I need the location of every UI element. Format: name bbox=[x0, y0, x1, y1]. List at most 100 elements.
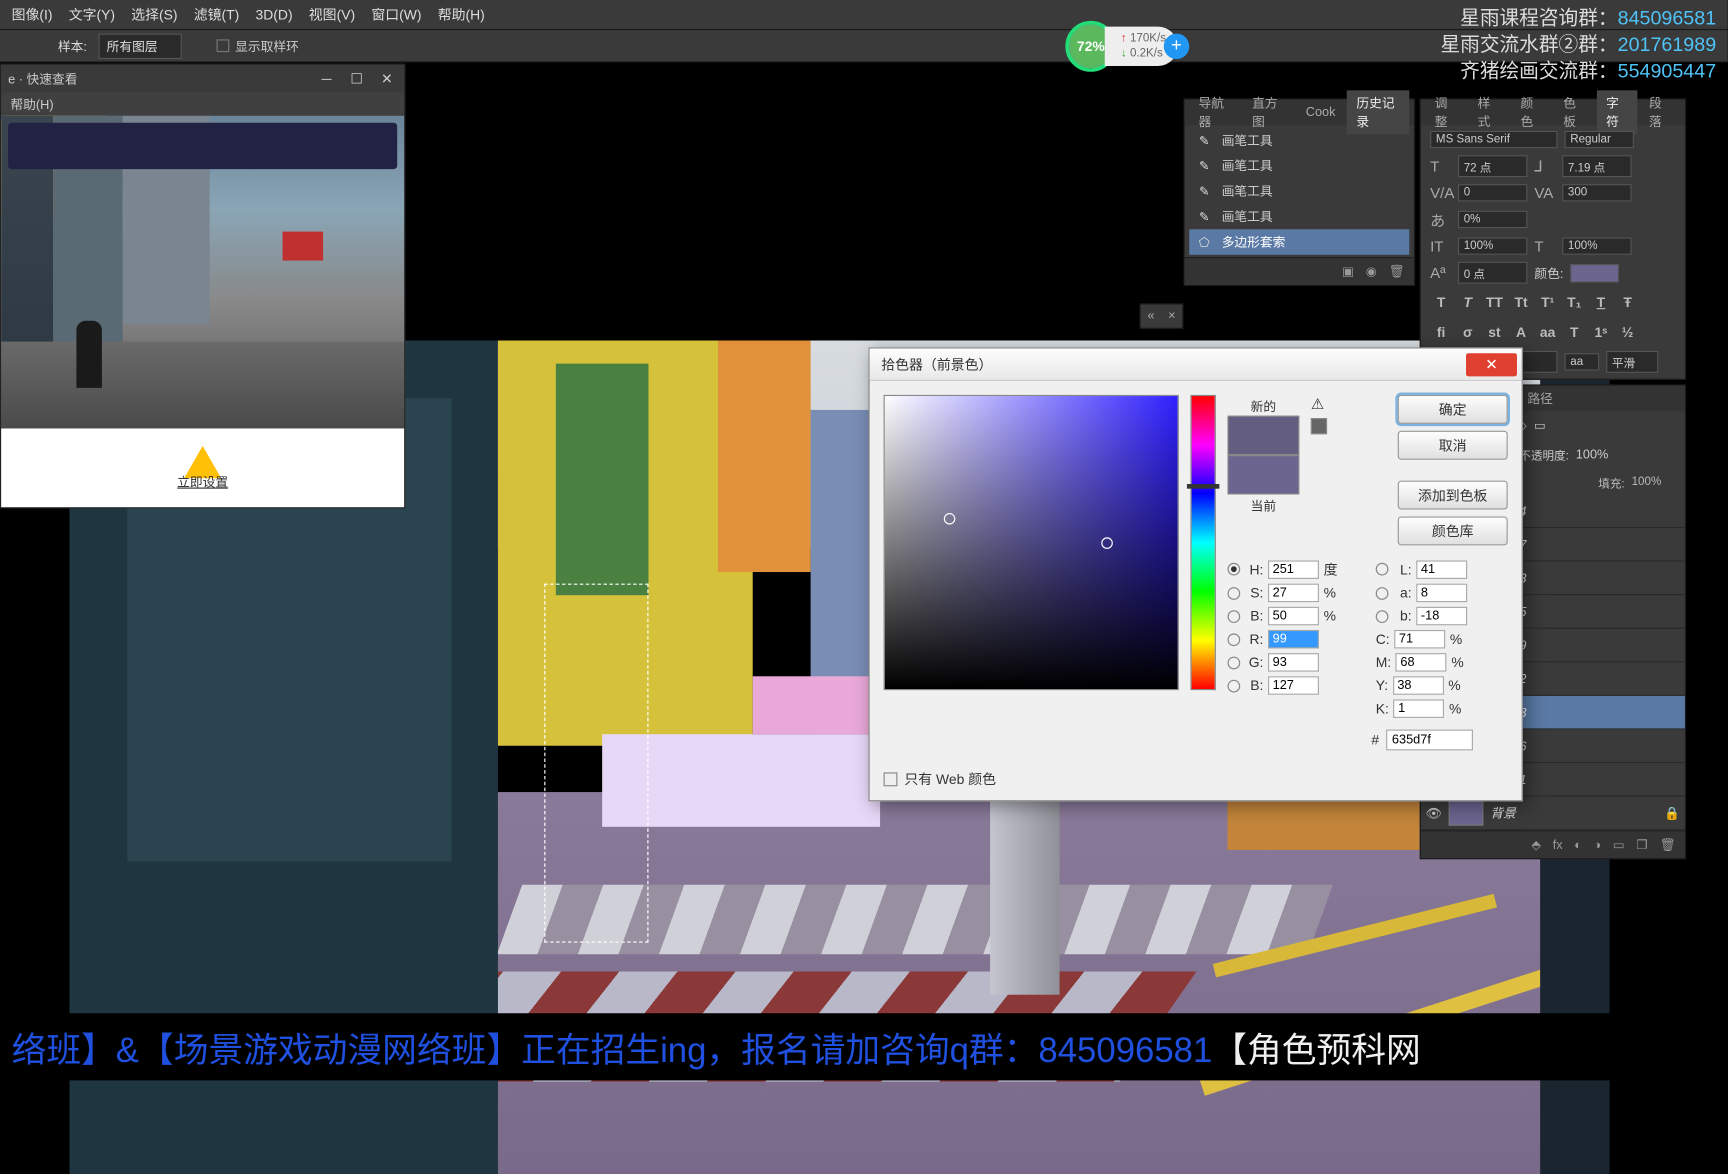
tab-style[interactable]: 样式 bbox=[1468, 90, 1509, 134]
history-item[interactable]: ✎画笔工具 bbox=[1189, 153, 1409, 178]
cancel-button[interactable]: 取消 bbox=[1398, 431, 1508, 460]
tracking-input[interactable]: 300 bbox=[1562, 184, 1631, 201]
tab-history[interactable]: 历史记录 bbox=[1347, 90, 1409, 134]
show-ring-checkbox[interactable]: 显示取样环 bbox=[217, 36, 299, 55]
current-color-swatch[interactable] bbox=[1227, 455, 1299, 494]
menu-view[interactable]: 视图(V) bbox=[309, 5, 355, 25]
bold-button[interactable]: T bbox=[1430, 292, 1452, 313]
history-camera-icon[interactable]: ◉ bbox=[1366, 264, 1377, 279]
menu-type[interactable]: 文字(Y) bbox=[69, 5, 115, 25]
history-item[interactable]: ⬠多边形套索 bbox=[1189, 229, 1409, 254]
scale-input[interactable]: 0% bbox=[1458, 211, 1527, 228]
lab-b-input[interactable] bbox=[1416, 607, 1467, 626]
picker-titlebar[interactable]: 拾色器（前景色） ✕ bbox=[870, 349, 1522, 381]
smallcaps-button[interactable]: Tt bbox=[1510, 292, 1532, 313]
g-input[interactable] bbox=[1268, 653, 1319, 672]
add-swatch-button[interactable]: 添加到色板 bbox=[1398, 481, 1508, 510]
tab-navigator[interactable]: 导航器 bbox=[1189, 90, 1240, 134]
ok-button[interactable]: 确定 bbox=[1398, 395, 1508, 424]
aa-dropdown[interactable]: aa bbox=[1564, 353, 1599, 370]
close-icon[interactable]: ✕ bbox=[376, 71, 397, 87]
color-field[interactable] bbox=[884, 395, 1179, 690]
lig-half-button[interactable]: ½ bbox=[1617, 322, 1639, 343]
mini-collapse-icon[interactable]: « bbox=[1141, 305, 1162, 328]
lig-o-button[interactable]: σ bbox=[1457, 322, 1479, 343]
warning-link[interactable]: 立即设置 bbox=[177, 472, 228, 491]
history-item[interactable]: ✎画笔工具 bbox=[1189, 178, 1409, 203]
menu-filter[interactable]: 滤镜(T) bbox=[194, 5, 240, 25]
m-input[interactable] bbox=[1396, 653, 1447, 672]
color-lib-button[interactable]: 颜色库 bbox=[1398, 516, 1508, 545]
websafe-swatch[interactable] bbox=[1311, 418, 1327, 434]
menu-3d[interactable]: 3D(D) bbox=[256, 6, 293, 22]
lig-fi-button[interactable]: fi bbox=[1430, 322, 1452, 343]
b-input[interactable] bbox=[1268, 607, 1319, 626]
gamut-warning-icon[interactable]: ⚠ bbox=[1311, 395, 1327, 414]
font-style-dropdown[interactable]: Regular bbox=[1564, 131, 1633, 148]
filter-smart-icon[interactable]: ▭ bbox=[1534, 417, 1546, 432]
k-input[interactable] bbox=[1393, 699, 1444, 718]
lig-1-button[interactable]: 1ˢ bbox=[1590, 322, 1612, 343]
subscript-button[interactable]: T₁ bbox=[1563, 292, 1585, 313]
radio-l[interactable] bbox=[1376, 563, 1389, 576]
layer-trash-icon[interactable]: 🗑 bbox=[1659, 837, 1675, 852]
radio-h[interactable] bbox=[1227, 563, 1240, 576]
kerning-input[interactable]: 0 bbox=[1458, 184, 1527, 201]
y-input[interactable] bbox=[1393, 676, 1444, 695]
tab-cook[interactable]: Cook bbox=[1296, 102, 1344, 123]
c-input[interactable] bbox=[1394, 630, 1445, 649]
lig-ad-button[interactable]: aa bbox=[1537, 322, 1559, 343]
radio-r[interactable] bbox=[1227, 633, 1240, 646]
minimize-icon[interactable]: ─ bbox=[316, 71, 337, 87]
fill-input[interactable]: 100% bbox=[1632, 476, 1681, 489]
radio-a[interactable] bbox=[1376, 587, 1389, 600]
layer-mask-icon[interactable]: ◐ bbox=[1574, 838, 1582, 852]
radio-lab-b[interactable] bbox=[1376, 610, 1389, 623]
history-snapshot-icon[interactable]: ▣ bbox=[1342, 264, 1354, 279]
hscale-input[interactable]: 100% bbox=[1562, 237, 1631, 254]
lig-a-button[interactable]: A bbox=[1510, 322, 1532, 343]
a-input[interactable] bbox=[1416, 584, 1467, 603]
radio-g[interactable] bbox=[1227, 656, 1240, 669]
picker-close-button[interactable]: ✕ bbox=[1466, 353, 1517, 376]
menu-image[interactable]: 图像(I) bbox=[12, 5, 53, 25]
h-input[interactable] bbox=[1268, 560, 1319, 579]
tab-character[interactable]: 字符 bbox=[1597, 90, 1638, 134]
vscale-input[interactable]: 100% bbox=[1458, 237, 1527, 254]
menu-select[interactable]: 选择(S) bbox=[131, 5, 177, 25]
maximize-icon[interactable]: ☐ bbox=[346, 71, 367, 87]
r-input[interactable] bbox=[1268, 630, 1319, 649]
radio-b[interactable] bbox=[1227, 610, 1240, 623]
sample-dropdown[interactable]: 所有图层 bbox=[99, 33, 182, 58]
font-size-input[interactable]: 72 点 bbox=[1458, 155, 1527, 177]
tab-histogram[interactable]: 直方图 bbox=[1243, 90, 1294, 134]
text-color-swatch[interactable] bbox=[1570, 263, 1619, 282]
l-input[interactable] bbox=[1416, 560, 1467, 579]
mini-close-icon[interactable]: × bbox=[1161, 305, 1182, 328]
hex-input[interactable] bbox=[1386, 730, 1473, 751]
webonly-checkbox[interactable] bbox=[884, 772, 898, 786]
ref-titlebar[interactable]: e · 快速查看 ─ ☐ ✕ bbox=[1, 65, 404, 93]
ref-help-menu[interactable]: 帮助(H) bbox=[1, 93, 404, 116]
layer-group-icon[interactable]: ▭ bbox=[1613, 837, 1625, 852]
underline-button[interactable]: T bbox=[1590, 292, 1612, 313]
hue-slider[interactable] bbox=[1190, 395, 1215, 690]
leading-input[interactable]: 7.19 点 bbox=[1562, 155, 1631, 177]
lig-t-button[interactable]: T bbox=[1563, 322, 1585, 343]
italic-button[interactable]: T bbox=[1457, 292, 1479, 313]
tab-paths[interactable]: 路径 bbox=[1518, 386, 1562, 411]
tab-paragraph[interactable]: 段落 bbox=[1640, 90, 1681, 134]
layer-adj-icon[interactable]: ◑ bbox=[1594, 838, 1602, 852]
menu-help[interactable]: 帮助(H) bbox=[438, 5, 485, 25]
history-item[interactable]: ✎画笔工具 bbox=[1189, 204, 1409, 229]
layer-fx-icon[interactable]: fx bbox=[1553, 838, 1563, 852]
add-button[interactable]: + bbox=[1164, 34, 1189, 59]
layer-new-icon[interactable]: ❐ bbox=[1636, 837, 1647, 852]
superscript-button[interactable]: T¹ bbox=[1537, 292, 1559, 313]
menu-window[interactable]: 窗口(W) bbox=[371, 5, 421, 25]
baseline-input[interactable]: 0 点 bbox=[1458, 262, 1527, 284]
history-trash-icon[interactable]: 🗑 bbox=[1388, 264, 1404, 279]
layer-link-icon[interactable]: ⬘ bbox=[1531, 837, 1541, 852]
tab-color[interactable]: 颜色 bbox=[1511, 90, 1552, 134]
tab-swatch[interactable]: 色板 bbox=[1554, 90, 1595, 134]
